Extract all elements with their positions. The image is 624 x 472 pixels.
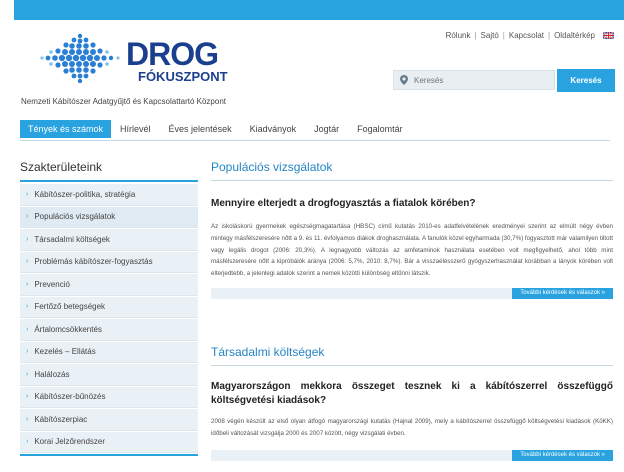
section-title[interactable]: Társadalmi költségek (211, 345, 613, 366)
main-section-tarsadalmi: Társadalmi költségek Magyarországon mekk… (211, 345, 613, 461)
logo-text-fokuszpont: FÓKUSZPONT (138, 69, 228, 84)
nav-item-hirlevel[interactable]: Hírlevél (111, 120, 160, 138)
search-pin-icon (400, 75, 408, 85)
section-question[interactable]: Magyarországon mekkora összeget tesznek … (211, 380, 613, 408)
link-kapcsolat[interactable]: Kapcsolat (509, 31, 544, 40)
sidebar-item[interactable]: › Társadalmi költségek (20, 229, 198, 251)
link-sajto[interactable]: Sajtó (481, 31, 499, 40)
sidebar-item-label: Korai Jelzőrendszer (34, 437, 106, 447)
chevron-right-icon: › (26, 438, 29, 446)
section-body: 2008 végén készült az első olyan átfogó … (211, 418, 613, 437)
sidebar-item[interactable]: › Kábítószer-bűnözés (20, 386, 198, 408)
sidebar-item-label: Kezelés – Ellátás (34, 347, 96, 357)
sidebar-item[interactable]: › Problémás kábítószer-fogyasztás (20, 251, 198, 273)
section-body: Az iskoláskorú gyermekek egészségmagatar… (211, 223, 613, 278)
sidebar-item-label: Populációs vizsgálatok (34, 212, 116, 222)
nav-item-jogtar[interactable]: Jogtár (305, 120, 348, 138)
chevron-right-icon: › (26, 393, 29, 401)
sidebar-item[interactable]: › Halálozás (20, 364, 198, 386)
chevron-right-icon: › (26, 258, 29, 266)
separator: | (474, 31, 477, 40)
separator: | (502, 31, 505, 40)
sidebar-item[interactable]: › Kábítószer-politika, stratégia (20, 184, 198, 206)
section-question[interactable]: Mennyire elterjedt a drogfogyasztás a fi… (211, 197, 613, 211)
section-title[interactable]: Populációs vizsgálatok (211, 160, 613, 181)
main-section-populacios: Populációs vizsgálatok Mennyire elterjed… (211, 160, 613, 299)
chevron-right-icon: › (26, 303, 29, 311)
main-nav: Tények és számok Hírlevél Éves jelentése… (20, 120, 412, 138)
search-button[interactable]: Keresés (557, 69, 615, 92)
nav-divider (20, 140, 610, 141)
more-questions-button[interactable]: További kérdések és válaszok » (512, 449, 613, 461)
sidebar-item-label: Halálozás (34, 369, 70, 379)
more-questions-button[interactable]: További kérdések és válaszok » (512, 287, 613, 299)
chevron-right-icon: › (26, 235, 29, 243)
english-flag-icon[interactable] (603, 32, 614, 39)
site-logo[interactable]: DROG FÓKUSZPONT (34, 24, 228, 90)
sidebar: Szakterületeink › Kábítószer-politika, st… (20, 160, 198, 456)
link-oldalterkep[interactable]: Oldaltérkép (554, 31, 595, 40)
site-tagline: Nemzeti Kábítószer Adatgyűjtő és Kapcsol… (21, 97, 227, 106)
nav-item-fogalomtar[interactable]: Fogalomtár (348, 120, 412, 138)
search-input[interactable] (414, 75, 554, 85)
sidebar-item-label: Prevenció (34, 279, 70, 289)
sidebar-item-label: Ártalomcsökkentés (34, 324, 102, 334)
chevron-right-icon: › (26, 190, 29, 198)
sidebar-item[interactable]: › Populációs vizsgálatok (20, 206, 198, 228)
sidebar-item-label: Kábítószer-politika, stratégia (34, 189, 136, 199)
separator: | (548, 31, 551, 40)
chevron-right-icon: › (26, 348, 29, 356)
nav-item-kiadvanyok[interactable]: Kiadványok (241, 120, 306, 138)
sidebar-item[interactable]: › Kezelés – Ellátás (20, 341, 198, 363)
top-links: Rólunk | Sajtó | Kapcsolat | Oldaltérkép (446, 31, 614, 40)
logo-text-drog: DROG (126, 36, 219, 72)
nav-item-eves-jelentesek[interactable]: Éves jelentések (160, 120, 241, 138)
sidebar-bottom-rule (20, 454, 198, 456)
search-box (393, 70, 555, 90)
sidebar-item[interactable]: › Kábítószerpiac (20, 409, 198, 431)
top-accent-bar (14, 0, 624, 20)
nav-item-tenyek-es-szamok[interactable]: Tények és számok (20, 120, 112, 138)
sidebar-item[interactable]: › Korai Jelzőrendszer (20, 431, 198, 453)
sidebar-item-label: Kábítószer-bűnözés (34, 392, 106, 402)
sidebar-item-label: Fertőző betegségek (34, 302, 106, 312)
chevron-right-icon: › (26, 213, 29, 221)
chevron-right-icon: › (26, 370, 29, 378)
chevron-right-icon: › (26, 280, 29, 288)
sidebar-title: Szakterületeink (20, 160, 198, 182)
more-bar: További kérdések és válaszok » (211, 449, 613, 461)
more-bar: További kérdések és válaszok » (211, 287, 613, 299)
sidebar-item[interactable]: › Fertőző betegségek (20, 296, 198, 318)
logo-dots-icon (40, 33, 120, 84)
link-rolunk[interactable]: Rólunk (446, 31, 471, 40)
chevron-right-icon: › (26, 325, 29, 333)
sidebar-item-label: Problémás kábítószer-fogyasztás (34, 257, 153, 267)
sidebar-item-label: Társadalmi költségek (34, 234, 110, 244)
chevron-right-icon: › (26, 415, 29, 423)
sidebar-item-label: Kábítószerpiac (34, 414, 88, 424)
sidebar-item[interactable]: › Ártalomcsökkentés (20, 319, 198, 341)
sidebar-item[interactable]: › Prevenció (20, 274, 198, 296)
